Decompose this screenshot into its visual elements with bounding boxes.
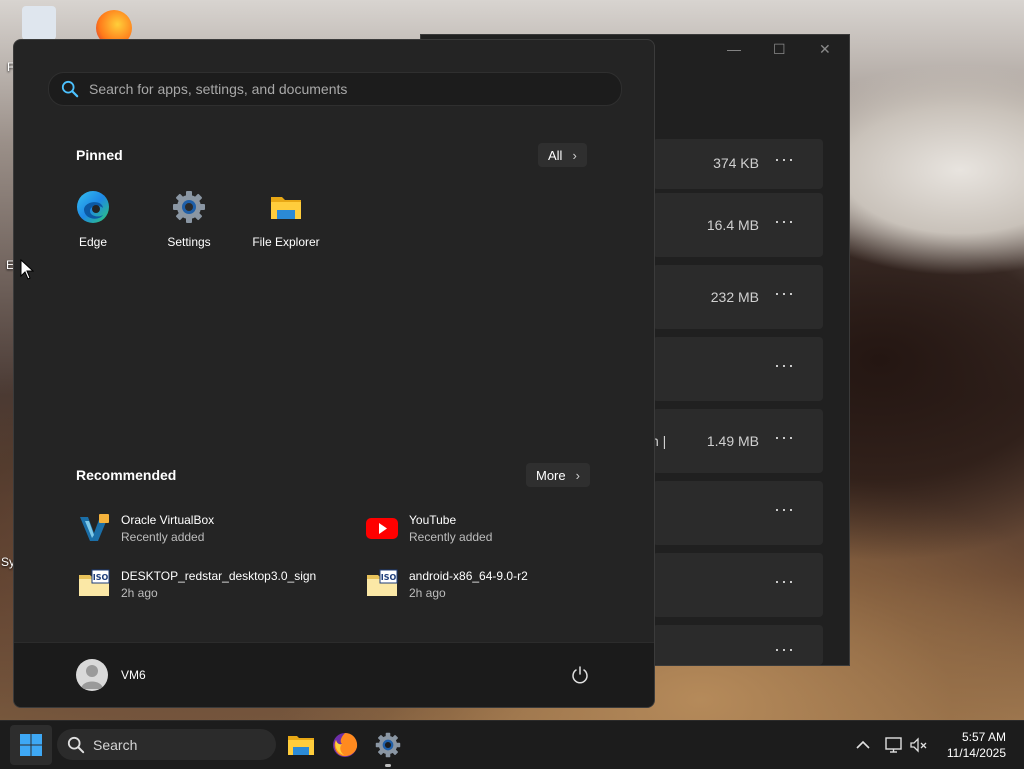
- folder-icon: [288, 736, 314, 755]
- pinned-app-file-explorer[interactable]: File Explorer: [241, 190, 331, 249]
- file-row[interactable]: ···: [653, 337, 823, 401]
- taskbar-settings[interactable]: [372, 729, 404, 761]
- gear-icon: [173, 191, 205, 223]
- start-button[interactable]: [10, 725, 52, 765]
- more-options-icon[interactable]: ···: [774, 283, 795, 304]
- recommended-item[interactable]: ISO android-x86_64-9.0-r2 2h ago: [365, 567, 528, 601]
- search-icon: [61, 80, 79, 98]
- recommended-item[interactable]: ISO DESKTOP_redstar_desktop3.0_sign 2h a…: [77, 567, 316, 601]
- more-button[interactable]: More ›: [526, 463, 590, 487]
- svg-text:ISO: ISO: [93, 573, 109, 582]
- start-search-box[interactable]: [48, 72, 622, 106]
- user-name[interactable]: VM6: [121, 668, 146, 682]
- file-size: 1.49 MB: [706, 433, 759, 449]
- more-options-icon[interactable]: ···: [774, 639, 795, 660]
- youtube-icon: [366, 518, 398, 539]
- file-row[interactable]: ···: [653, 481, 823, 545]
- file-row[interactable]: ···: [653, 625, 823, 665]
- taskbar-search[interactable]: Search: [57, 729, 276, 760]
- item-subtitle: 2h ago: [409, 585, 446, 600]
- close-button[interactable]: ✕: [819, 41, 831, 58]
- recommended-item[interactable]: Oracle VirtualBox Recently added: [77, 511, 214, 545]
- pinned-title: Pinned: [76, 147, 123, 163]
- minimize-button[interactable]: —: [727, 41, 741, 57]
- clock-date: 11/14/2025: [946, 746, 1006, 760]
- file-row[interactable]: 16.4 MB ···: [653, 193, 823, 257]
- taskbar-search-label: Search: [93, 736, 138, 753]
- mouse-cursor-icon: [20, 259, 34, 280]
- item-name: Oracle VirtualBox: [121, 512, 215, 527]
- all-apps-button[interactable]: All ›: [538, 143, 587, 167]
- gear-icon: [375, 732, 401, 758]
- more-options-icon[interactable]: ···: [774, 211, 795, 232]
- recommended-title: Recommended: [76, 467, 177, 483]
- file-size: 374 KB: [713, 155, 759, 171]
- app-label: File Explorer: [252, 235, 320, 249]
- item-subtitle: 2h ago: [121, 585, 158, 600]
- pinned-app-edge[interactable]: Edge: [48, 190, 138, 249]
- search-input[interactable]: [87, 80, 591, 98]
- virtualbox-icon: [80, 514, 109, 541]
- taskbar: Search 5:57 AM 11/14/2025: [0, 720, 1024, 769]
- avatar[interactable]: [76, 659, 108, 691]
- file-row[interactable]: n | 1.49 MB ···: [651, 409, 823, 473]
- start-menu-footer: VM6: [14, 642, 654, 707]
- item-subtitle: Recently added: [121, 529, 205, 544]
- more-options-icon[interactable]: ···: [774, 499, 795, 520]
- file-size: 16.4 MB: [706, 217, 759, 233]
- chevron-right-icon: ›: [572, 147, 577, 163]
- search-icon: [67, 736, 85, 753]
- app-label: Settings: [167, 235, 211, 249]
- item-name: YouTube: [409, 512, 457, 527]
- more-options-icon[interactable]: ···: [774, 355, 795, 376]
- item-subtitle: Recently added: [409, 529, 493, 544]
- iso-file-icon: ISO: [367, 569, 398, 596]
- start-menu: Pinned All › Edge: [13, 39, 655, 708]
- maximize-button[interactable]: ☐: [773, 41, 786, 58]
- edge-icon: [77, 191, 109, 223]
- clock-time: 5:57 AM: [961, 730, 1006, 744]
- file-size: 232 MB: [710, 289, 759, 305]
- network-icon[interactable]: [883, 735, 905, 755]
- user-icon: [81, 665, 103, 689]
- file-row[interactable]: 232 MB ···: [653, 265, 823, 329]
- more-options-icon[interactable]: ···: [774, 571, 795, 592]
- taskbar-firefox[interactable]: [329, 729, 361, 761]
- taskbar-file-explorer[interactable]: [285, 729, 317, 761]
- file-row[interactable]: 374 KB ···: [653, 139, 823, 189]
- item-name: DESKTOP_redstar_desktop3.0_sign: [121, 568, 317, 583]
- item-name: android-x86_64-9.0-r2: [409, 568, 528, 583]
- recycle-bin-icon[interactable]: [22, 6, 56, 40]
- svg-text:ISO: ISO: [381, 573, 397, 582]
- file-row[interactable]: ···: [653, 553, 823, 617]
- chevron-right-icon: ›: [575, 467, 580, 483]
- folder-icon: [271, 197, 301, 219]
- recommended-item[interactable]: YouTube Recently added: [365, 511, 492, 545]
- chevron-up-icon[interactable]: [852, 735, 874, 755]
- taskbar-clock[interactable]: 5:57 AM 11/14/2025: [947, 729, 1006, 761]
- iso-file-icon: ISO: [79, 569, 110, 596]
- app-label: Edge: [78, 235, 108, 249]
- pinned-app-settings[interactable]: Settings: [144, 190, 234, 249]
- more-options-icon[interactable]: ···: [774, 149, 795, 170]
- power-icon[interactable]: [570, 665, 590, 685]
- firefox-icon: [333, 733, 358, 757]
- more-options-icon[interactable]: ···: [774, 427, 795, 448]
- all-apps-label: All: [548, 147, 563, 163]
- active-app-indicator: [385, 764, 391, 767]
- more-label: More: [536, 467, 566, 483]
- volume-muted-icon[interactable]: [908, 735, 930, 755]
- windows-logo-icon: [20, 734, 42, 756]
